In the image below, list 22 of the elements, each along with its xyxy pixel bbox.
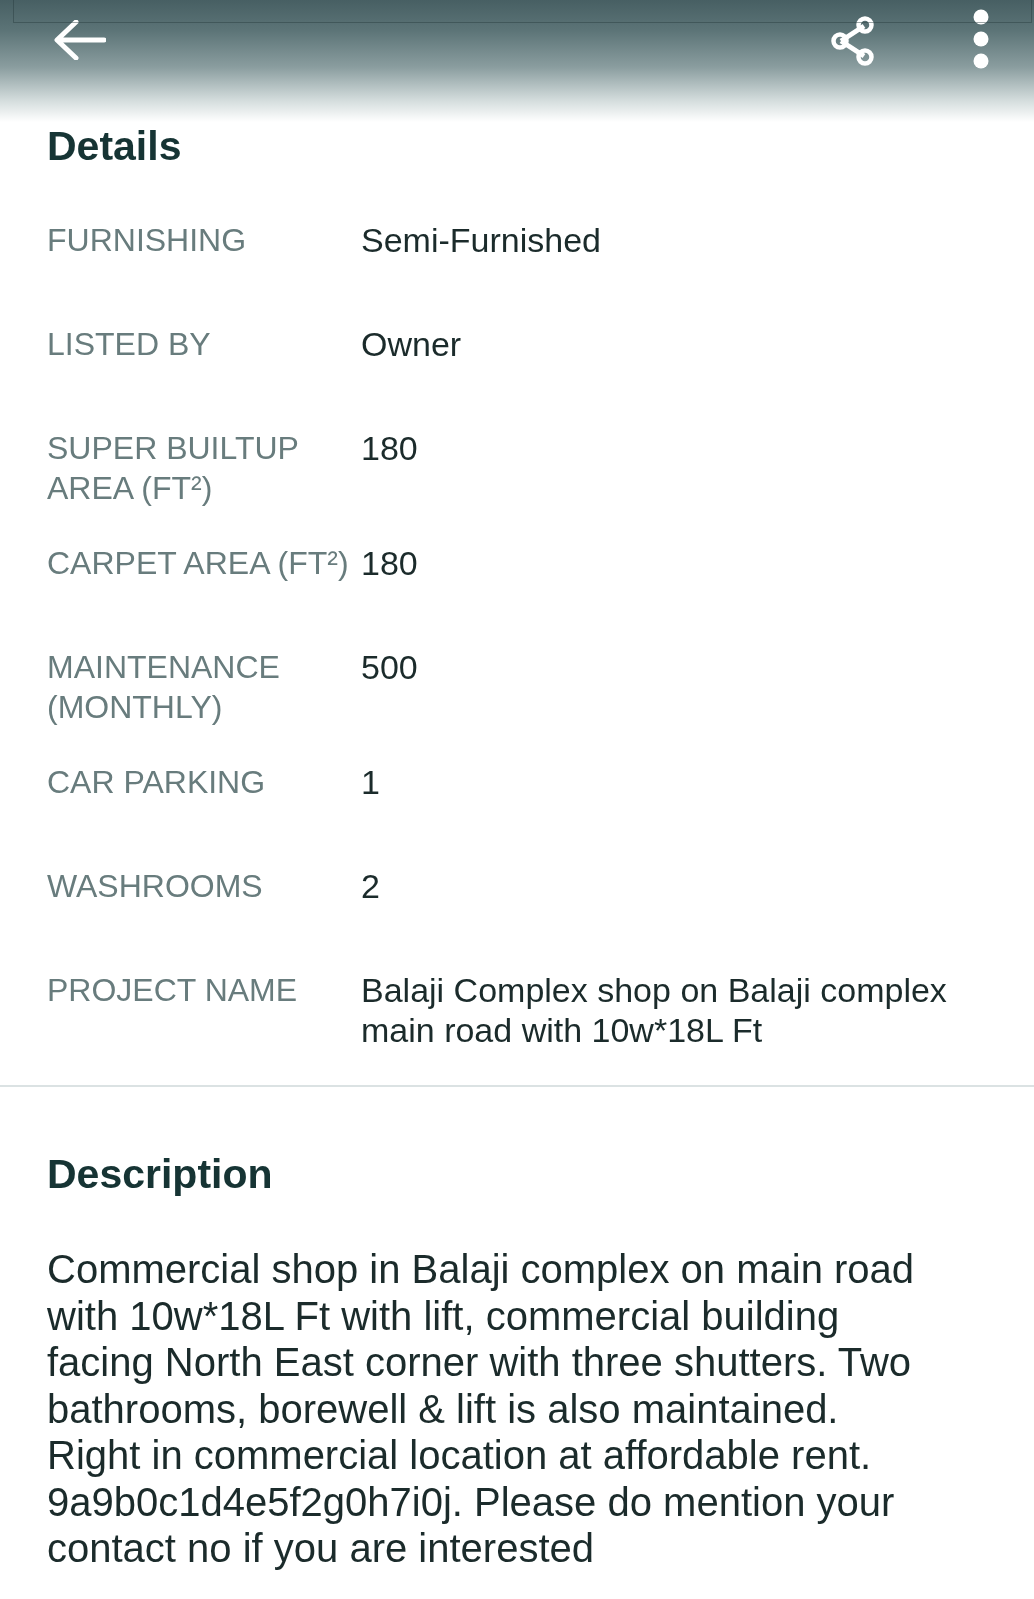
detail-value: Balaji Complex shop on Balaji complex main road with 10w*18L Ft xyxy=(361,970,948,1050)
description-text: Commercial shop in Balaji complex on main road with 10w*18L Ft with lift, commercial building facing North East corner with three shutters. Two bathrooms, borewell & lift is also maintained. Right in commercial location at affordable rent. 9a9b0c1d4e5f2g0h7i0j. Please do mention your contact no if you are interested xyxy=(47,1246,916,1572)
detail-label: PROJECT NAME xyxy=(47,971,299,1010)
detail-value: 2 xyxy=(361,866,381,906)
detail-label: LISTED BY xyxy=(47,325,212,364)
detail-label: FURNISHING xyxy=(47,221,248,260)
share-icon[interactable] xyxy=(830,16,876,66)
more-options-icon[interactable] xyxy=(972,9,990,69)
detail-value: 500 xyxy=(361,647,419,687)
detail-value: Semi-Furnished xyxy=(361,220,602,260)
detail-label: SUPER BUILTUP AREA (FT²) xyxy=(47,429,300,508)
detail-label: CARPET AREA (FT²) xyxy=(47,544,350,583)
section-heading: Details xyxy=(47,122,183,170)
detail-value: 180 xyxy=(361,428,419,468)
detail-value: 180 xyxy=(361,543,419,583)
section-heading: Description xyxy=(47,1150,274,1198)
detail-label: CAR PARKING xyxy=(47,763,267,802)
detail-value: Owner xyxy=(361,324,463,364)
detail-label: WASHROOMS xyxy=(47,867,264,906)
detail-value: 1 xyxy=(361,762,381,802)
detail-label: MAINTENANCE (MONTHLY) xyxy=(47,648,281,727)
back-arrow-icon[interactable] xyxy=(52,20,106,60)
